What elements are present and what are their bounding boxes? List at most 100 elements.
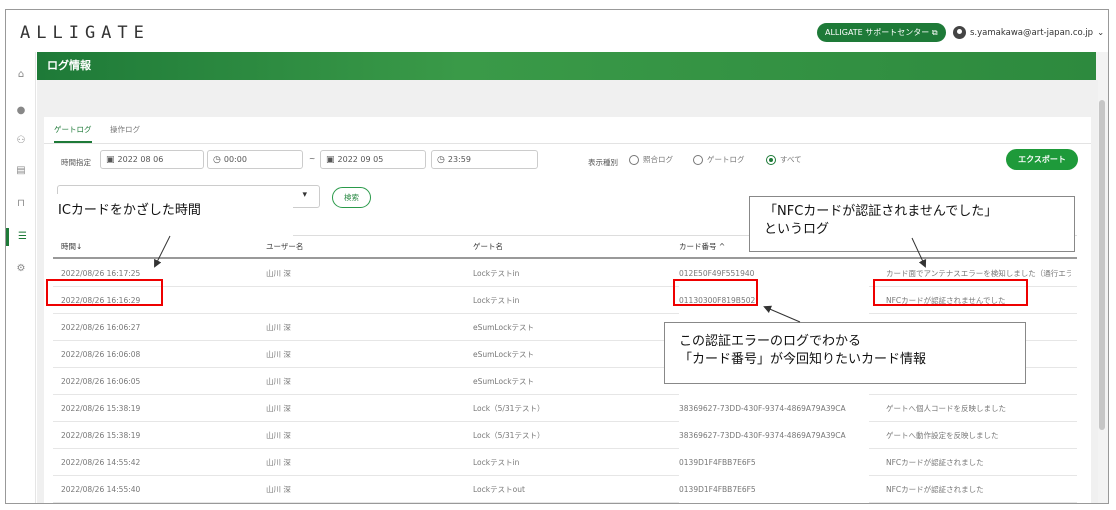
start-time-value: 00:00 <box>223 155 247 164</box>
cell-gate: eSumLockテスト <box>473 323 535 332</box>
tab-bar: ゲートログ 操作ログ <box>44 117 1091 144</box>
users-icon[interactable]: ⚇ <box>6 132 36 150</box>
clock-icon: ◷ <box>437 155 445 165</box>
range-separator: ~ <box>309 154 316 163</box>
scroll-thumb[interactable] <box>1099 100 1105 430</box>
cell-user: 山川 深 <box>266 485 291 494</box>
highlight-card-number <box>673 279 758 306</box>
cell-card-number: 38369627-73DD-430F-9374-4869A79A39CA <box>679 395 869 422</box>
cell-time: 2022/08/26 14:55:40 <box>61 485 141 494</box>
cell-message: ゲートへ個人コードを反映しました <box>886 404 1006 413</box>
cell-time: 2022/08/26 16:06:08 <box>61 350 141 359</box>
cell-time: 2022/08/26 16:06:05 <box>61 377 141 386</box>
col-time-header[interactable]: 時間↓ <box>61 237 82 257</box>
highlight-time <box>46 279 163 306</box>
caret-down-icon: ▾ <box>302 190 307 200</box>
cell-card-number: 0139D1F4FBB7E6F5 <box>679 449 869 476</box>
id-card-icon[interactable]: ▤ <box>6 162 36 180</box>
col-card-header[interactable]: カード番号 ^ <box>679 237 725 257</box>
note-card-number: この認証エラーのログでわかる 「カード番号」が今回知りたいカード情報 <box>664 322 1026 384</box>
external-link-icon: ⧉ <box>931 28 938 37</box>
cell-user: 山川 深 <box>266 269 291 278</box>
cell-user: 山川 深 <box>266 431 291 440</box>
tab-operation-log[interactable]: 操作ログ <box>110 117 140 143</box>
end-time-value: 23:59 <box>447 155 471 164</box>
radio-gate-log[interactable]: ゲートログ <box>693 154 745 165</box>
radio-gate-log-label: ゲートログ <box>707 155 745 164</box>
cell-message: ゲートへ動作設定を反映しました <box>886 431 999 440</box>
calendar-icon: ▣ <box>326 155 335 165</box>
cell-gate: Lock（5/31テスト） <box>473 404 545 413</box>
note-nfc-error: 「NFCカードが認証されませんでした」 というログ <box>749 196 1075 252</box>
radio-dot <box>693 154 703 165</box>
end-date-field[interactable]: ▣ 2022 09 05 <box>320 150 426 169</box>
top-bar: ALLIGATE ALLIGATE サポートセンター ⧉ s.yamakawa@… <box>6 10 1108 52</box>
cell-user: 山川 深 <box>266 377 291 386</box>
cell-time: 2022/08/26 15:38:19 <box>61 431 141 440</box>
end-time-field[interactable]: ◷ 23:59 <box>431 150 538 169</box>
period-label: 時間指定 <box>61 158 91 167</box>
note-card-number-line2: 「カード番号」が今回知りたいカード情報 <box>679 352 927 367</box>
door-icon[interactable]: ⊓ <box>6 195 36 213</box>
radio-verify-log-label: 照合ログ <box>643 155 673 164</box>
highlight-error-message <box>873 279 1028 306</box>
cell-user: 山川 深 <box>266 458 291 467</box>
user-menu[interactable]: s.yamakawa@art-japan.co.jp ⌄ <box>953 23 1104 42</box>
page-title: ログ情報 <box>37 52 1097 80</box>
support-center-button[interactable]: ALLIGATE サポートセンター ⧉ <box>817 23 946 42</box>
user-email: s.yamakawa@art-japan.co.jp <box>970 27 1094 38</box>
table-row[interactable]: 2022/08/26 14:55:42 山川 深 Lockテストin 0139D1F4… <box>53 449 1077 476</box>
cell-time: 2022/08/26 16:06:27 <box>61 323 141 332</box>
start-date-value: 2022 08 06 <box>117 155 164 164</box>
calendar-icon: ▣ <box>106 155 115 165</box>
cell-gate: eSumLockテスト <box>473 350 535 359</box>
cell-gate: eSumLockテスト <box>473 377 535 386</box>
user-avatar-icon <box>953 26 966 39</box>
cell-card-number: 0139D1F4FBB7E6F5 <box>679 476 869 503</box>
clock-icon: ◷ <box>213 155 221 165</box>
cell-message: NFCカードが認証されました <box>886 458 984 467</box>
gear-icon[interactable]: ⚙ <box>6 260 36 278</box>
radio-verify-log[interactable]: 照合ログ <box>629 154 673 165</box>
sidebar: ⌂ ● ⚇ ▤ ⊓ ☰ ⚙ <box>6 52 36 503</box>
search-button[interactable]: 検索 <box>332 187 371 208</box>
cell-time: 2022/08/26 15:38:19 <box>61 404 141 413</box>
radio-all[interactable]: すべて <box>766 154 802 165</box>
header-divider <box>53 257 1077 259</box>
start-date-field[interactable]: ▣ 2022 08 06 <box>100 150 204 169</box>
cell-gate: Lock（5/31テスト） <box>473 431 545 440</box>
table-row[interactable]: 2022/08/26 15:38:19 山川 深 Lock（5/31テスト） 3836… <box>53 422 1077 449</box>
export-button[interactable]: エクスポート <box>1006 149 1078 170</box>
table-row[interactable]: 2022/08/26 14:55:40 山川 深 Lockテストout 0139D1F… <box>53 476 1077 503</box>
cell-gate: Lockテストout <box>473 485 525 494</box>
col-gate-header[interactable]: ゲート名 <box>473 237 503 257</box>
note-nfc-error-line2: というログ <box>764 222 830 237</box>
radio-dot <box>629 154 639 165</box>
cell-gate: Lockテストin <box>473 269 520 278</box>
radio-dot-selected <box>766 154 776 165</box>
display-type-label: 表示種別 <box>588 158 618 167</box>
cell-user: 山川 深 <box>266 350 291 359</box>
note-card-number-line1: この認証エラーのログでわかる <box>679 334 862 349</box>
tab-gate-log[interactable]: ゲートログ <box>54 117 92 143</box>
note-ic-time: ICカードをかざした時間 <box>50 194 293 238</box>
radio-all-label: すべて <box>780 155 802 164</box>
table-row[interactable]: 2022/08/26 15:38:19 山川 深 Lock（5/31テスト） 3836… <box>53 395 1077 422</box>
cell-gate: Lockテストin <box>473 296 520 305</box>
end-date-value: 2022 09 05 <box>337 155 384 164</box>
chevron-down-icon: ⌄ <box>1097 27 1105 38</box>
cell-user: 山川 深 <box>266 323 291 332</box>
user-icon[interactable]: ● <box>6 102 36 120</box>
start-time-field[interactable]: ◷ 00:00 <box>207 150 303 169</box>
col-user-header[interactable]: ユーザー名 <box>266 237 303 257</box>
cell-card-number: 38369627-73DD-430F-9374-4869A79A39CA <box>679 422 869 449</box>
note-nfc-error-line1: 「NFCカードが認証されませんでした」 <box>764 204 998 219</box>
cell-user <box>266 287 456 314</box>
app-logo[interactable]: ALLIGATE <box>20 23 150 43</box>
list-icon[interactable]: ☰ <box>6 228 36 246</box>
cell-gate: Lockテストin <box>473 458 520 467</box>
home-icon[interactable]: ⌂ <box>6 66 36 84</box>
support-center-label: ALLIGATE サポートセンター <box>825 28 930 37</box>
cell-user: 山川 深 <box>266 404 291 413</box>
cell-message: NFCカードが認証されました <box>886 485 984 494</box>
